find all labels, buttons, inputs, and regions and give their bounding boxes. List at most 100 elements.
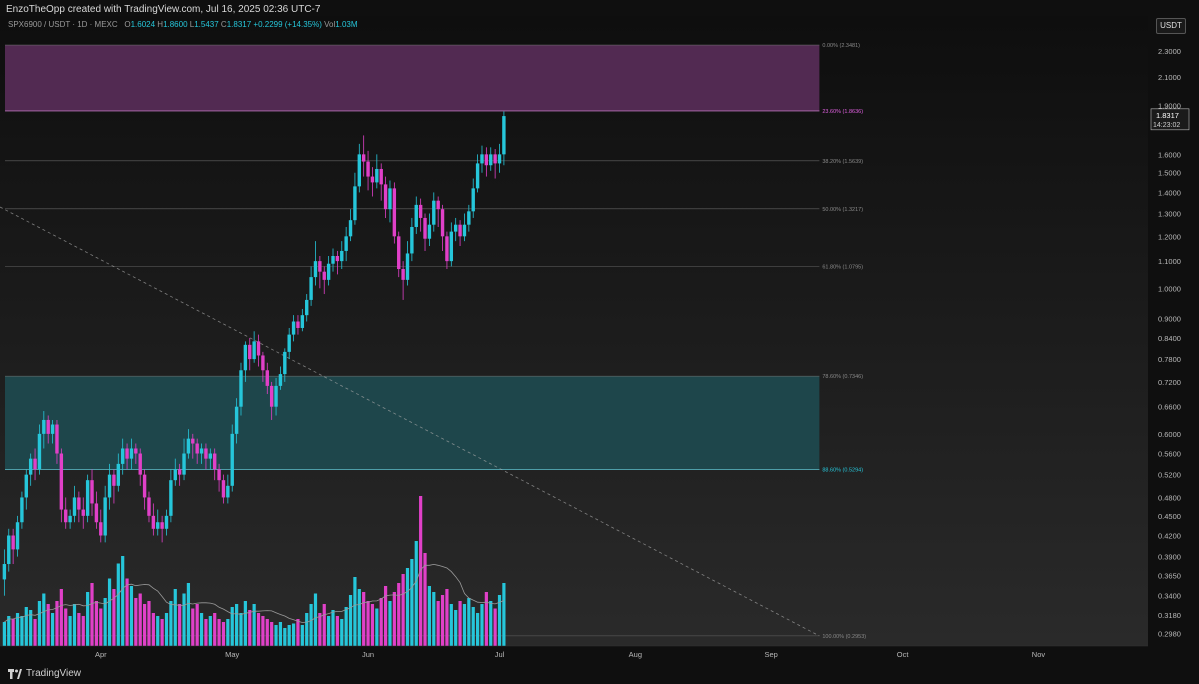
candle-body bbox=[169, 480, 173, 516]
price-chart[interactable]: 0.00% (2.3481) 23.60% (1.8636) 38.20% (1.5… bbox=[0, 16, 1199, 664]
volume-bar bbox=[90, 583, 94, 646]
volume-bar bbox=[121, 556, 125, 646]
volume-bar bbox=[103, 598, 107, 646]
volume-bar bbox=[7, 616, 11, 646]
currency-button[interactable]: USDT bbox=[1156, 18, 1186, 34]
price-tick-label: 2.1000 bbox=[1158, 73, 1181, 82]
candle-body bbox=[493, 154, 497, 164]
candle-body bbox=[252, 341, 256, 360]
volume-bar bbox=[471, 607, 475, 646]
price-tick-label: 0.6600 bbox=[1158, 403, 1181, 412]
candle-body bbox=[340, 250, 344, 262]
volume-bar bbox=[419, 496, 423, 646]
price-tick-label: 0.3900 bbox=[1158, 553, 1181, 562]
volume-bar bbox=[353, 577, 357, 646]
price-tick-label: 1.1000 bbox=[1158, 257, 1181, 266]
candle-body bbox=[182, 453, 186, 475]
price-tick-label: 2.3000 bbox=[1158, 47, 1181, 56]
time-axis[interactable]: Apr May Jun Jul Aug Sep Oct Nov bbox=[0, 645, 1148, 659]
candle-body bbox=[414, 204, 418, 227]
volume-bar bbox=[226, 619, 230, 646]
tradingview-logo-icon bbox=[8, 668, 22, 679]
volume-bar bbox=[256, 613, 261, 646]
candle-body bbox=[256, 341, 261, 356]
candle-body bbox=[462, 224, 467, 237]
volume-bar bbox=[335, 616, 339, 646]
fib-label: 50.00% (1.3217) bbox=[822, 207, 863, 213]
candle-body bbox=[370, 176, 375, 183]
volume-bar bbox=[164, 613, 169, 646]
candle-body bbox=[313, 261, 318, 278]
volume-bar bbox=[138, 593, 142, 646]
volume-bar bbox=[327, 616, 331, 646]
volume-bar bbox=[195, 604, 199, 646]
fib-label: 88.60% (0.5294) bbox=[822, 468, 863, 474]
volume-bar bbox=[11, 619, 15, 646]
price-axis[interactable]: 2.30002.10001.90001.60001.50001.40001.30… bbox=[1148, 16, 1199, 664]
candle-body bbox=[423, 217, 427, 239]
candle-body bbox=[213, 453, 217, 470]
candle-body bbox=[309, 277, 313, 300]
candle-body bbox=[326, 263, 331, 280]
candle-body bbox=[173, 469, 177, 481]
candle-body bbox=[366, 161, 370, 177]
volume-bar bbox=[86, 592, 90, 646]
candle-body bbox=[331, 255, 335, 264]
volume-bar bbox=[440, 595, 445, 646]
volume-bar bbox=[129, 586, 134, 646]
symbol-label[interactable]: SPX6900 / USDT · 1D · MEXC bbox=[8, 20, 118, 29]
volume-bar bbox=[458, 601, 462, 646]
candle-body bbox=[37, 433, 42, 470]
volume-bar bbox=[366, 601, 370, 646]
candle-body bbox=[116, 463, 121, 486]
candle-body bbox=[436, 200, 440, 210]
candle-body bbox=[208, 453, 213, 459]
fib-label: 100.00% (0.2953) bbox=[822, 634, 866, 640]
candle-body bbox=[15, 522, 20, 550]
candle-body bbox=[239, 370, 243, 407]
chart-area[interactable]: 0.00% (2.3481) 23.60% (1.8636) 38.20% (1.5… bbox=[0, 16, 1199, 664]
candle-body bbox=[64, 509, 68, 523]
volume-bar bbox=[370, 604, 375, 646]
volume-bar bbox=[467, 598, 471, 646]
brand[interactable]: TradingView bbox=[8, 668, 81, 679]
volume-bar bbox=[388, 601, 392, 646]
price-tick-label: 0.5600 bbox=[1158, 450, 1181, 459]
price-tick-label: 0.5200 bbox=[1158, 471, 1181, 480]
volume-bar bbox=[305, 613, 309, 646]
volume-bar bbox=[68, 616, 72, 646]
price-tick-label: 1.2000 bbox=[1158, 232, 1181, 241]
price-tick-label: 0.4200 bbox=[1158, 531, 1181, 540]
volume-bar bbox=[436, 601, 440, 646]
candle-body bbox=[156, 522, 160, 529]
candle-body bbox=[230, 433, 234, 486]
volume-bar bbox=[454, 610, 458, 646]
candle-body bbox=[318, 261, 322, 272]
low-value: 1.5437 bbox=[194, 20, 219, 29]
candle-body bbox=[353, 186, 357, 221]
volume-bar bbox=[344, 607, 348, 646]
volume-bar bbox=[50, 613, 55, 646]
candle-body bbox=[383, 184, 388, 210]
volume-bar bbox=[410, 559, 414, 646]
volume-bar bbox=[217, 619, 221, 646]
volume-bar bbox=[322, 604, 326, 646]
volume-bar bbox=[235, 604, 239, 646]
candle-body bbox=[300, 315, 305, 328]
candle-body bbox=[418, 204, 423, 218]
candle-body bbox=[234, 406, 239, 434]
volume-bar bbox=[296, 619, 300, 646]
volume-bar bbox=[191, 608, 195, 646]
price-tick-label: 0.2980 bbox=[1158, 629, 1181, 638]
candle-body bbox=[265, 370, 269, 386]
candle-body bbox=[392, 188, 397, 237]
time-tick-label: Oct bbox=[897, 650, 910, 659]
candle-body bbox=[24, 474, 28, 498]
countdown-label: 14:23:02 bbox=[1153, 122, 1180, 129]
candle-body bbox=[28, 458, 33, 475]
volume-bar bbox=[318, 613, 322, 646]
candle-body bbox=[467, 211, 471, 225]
volume-bar bbox=[340, 619, 344, 646]
volume-bar bbox=[309, 604, 313, 646]
candle-body bbox=[138, 453, 142, 475]
